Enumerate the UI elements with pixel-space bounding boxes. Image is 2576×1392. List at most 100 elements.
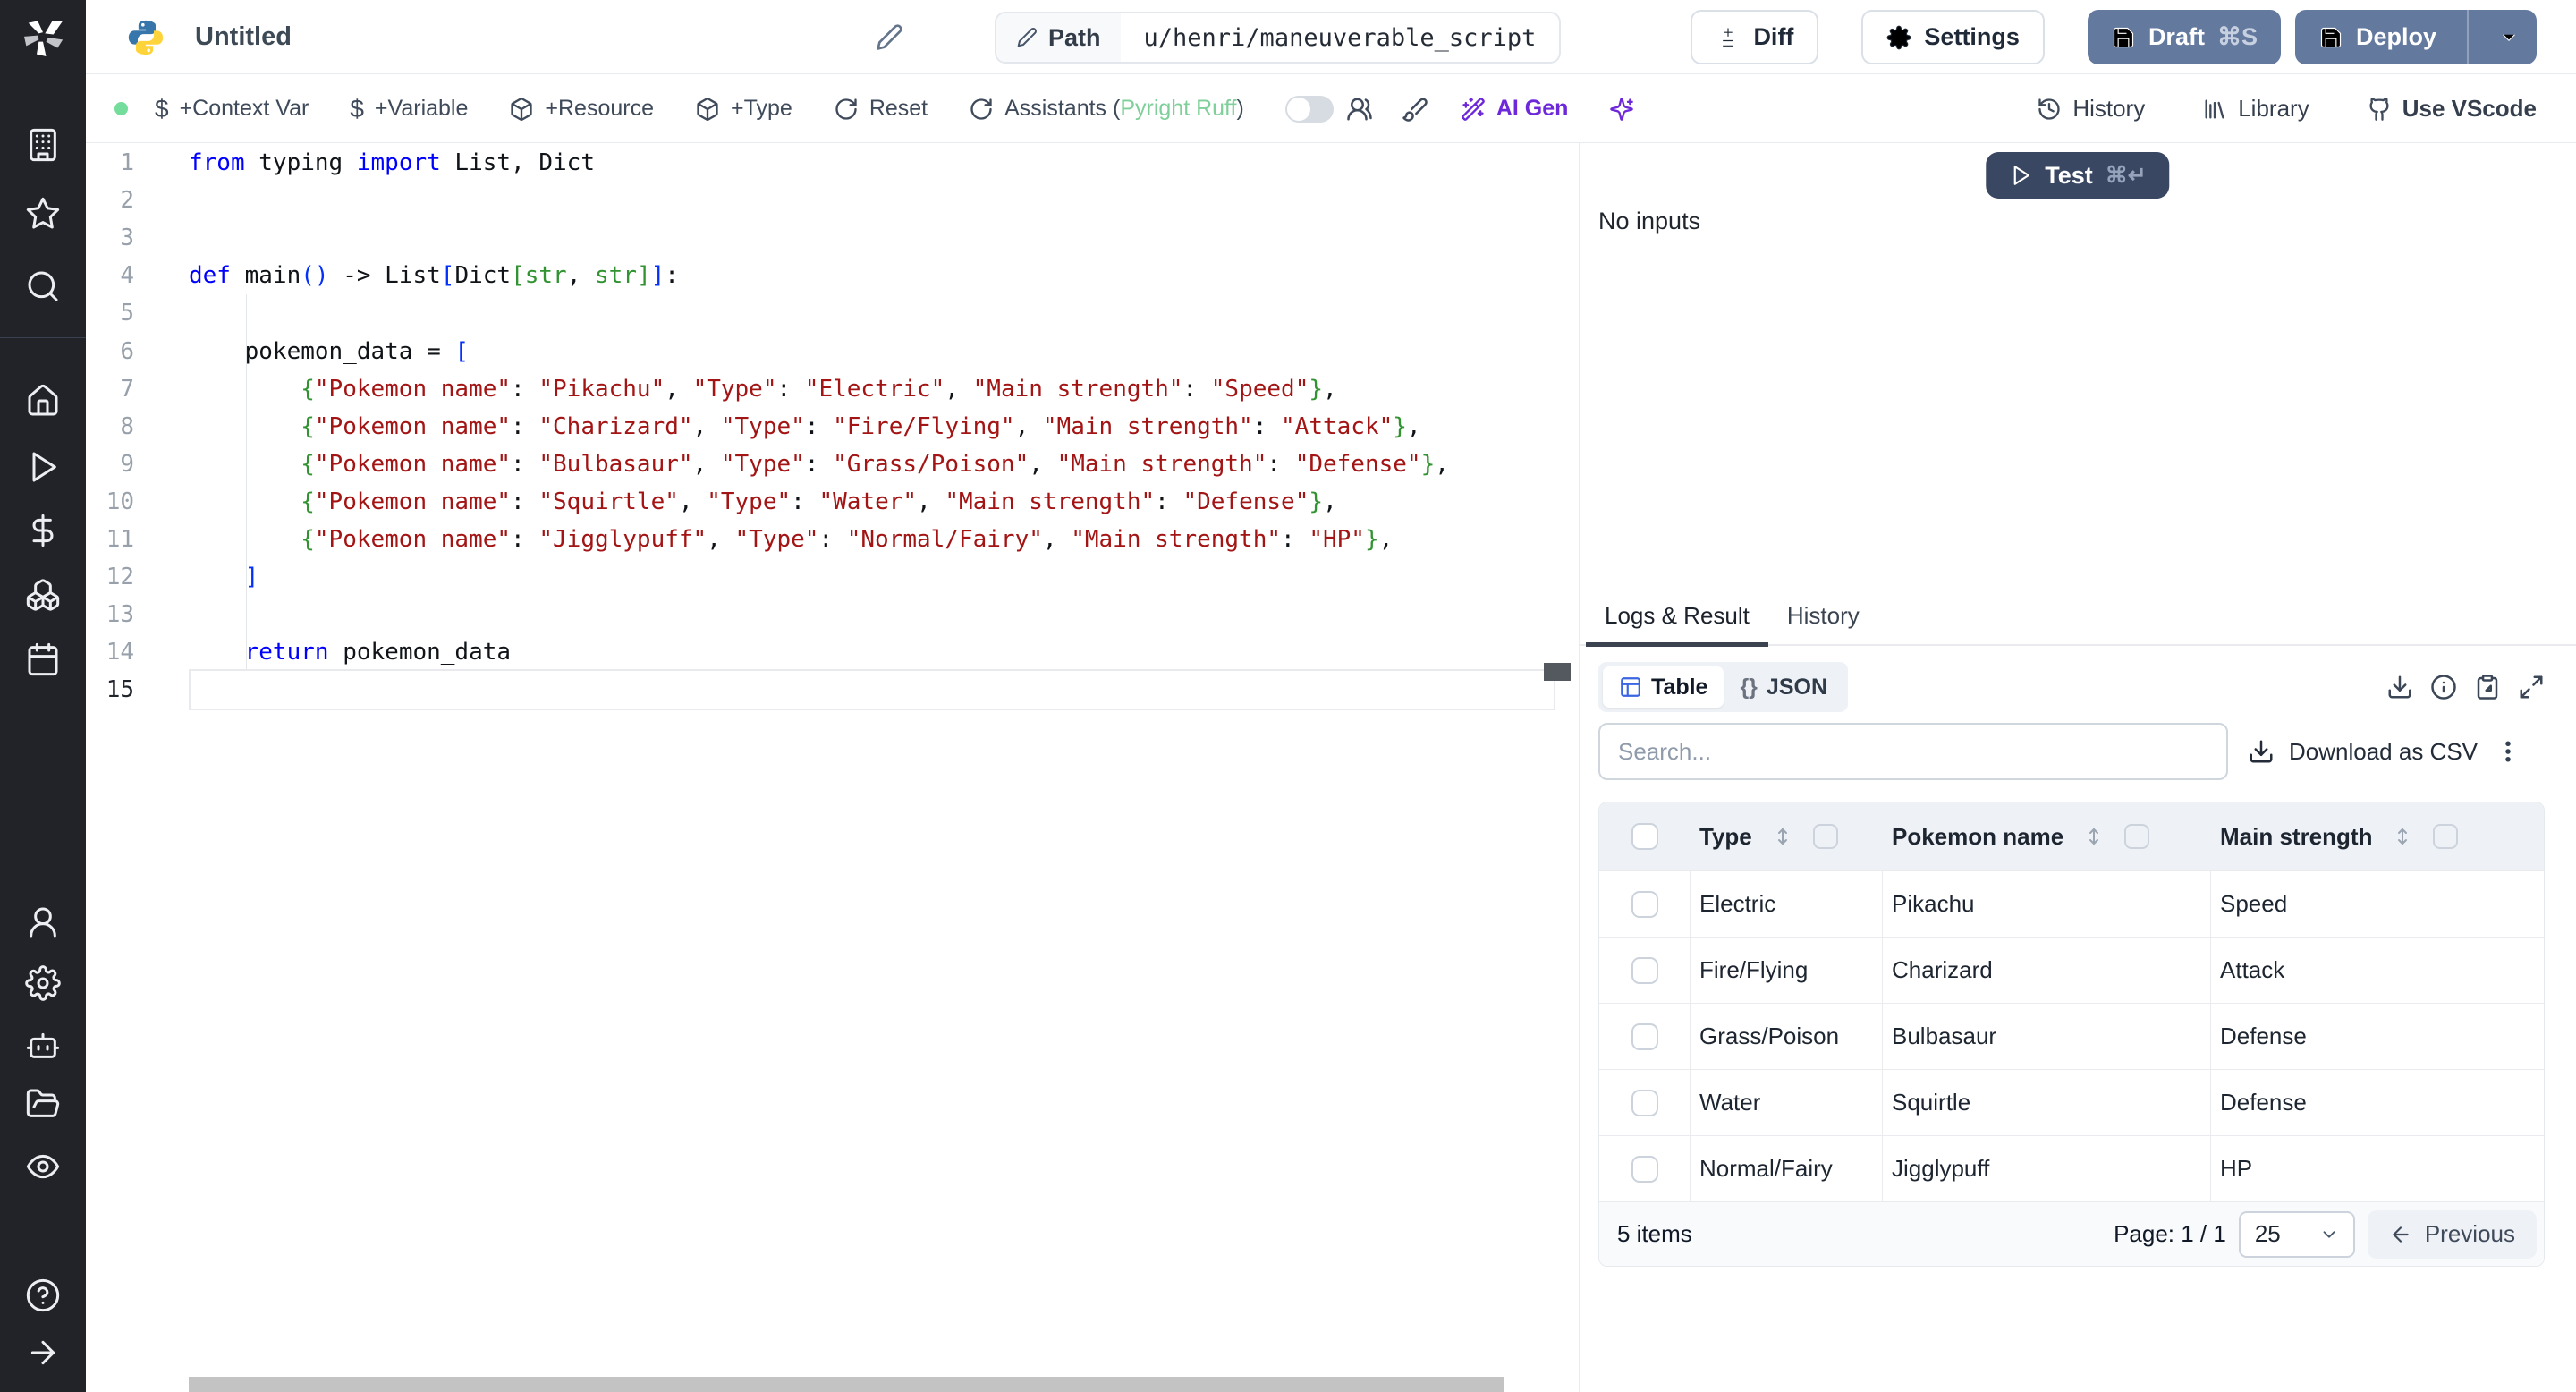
row-checkbox[interactable] — [1631, 890, 1658, 918]
run-result-panel: Test ⌘↵ No inputs Logs & Result History … — [1579, 143, 2576, 1392]
code-line[interactable]: 15 — [86, 671, 1579, 709]
wand-sparkles-icon — [1462, 97, 1485, 121]
sort-icon[interactable] — [2083, 826, 2105, 847]
sort-icon[interactable] — [1772, 826, 1793, 847]
add-variable-button[interactable]: $ +Variable — [350, 95, 468, 123]
folders-icon[interactable] — [25, 1086, 61, 1122]
add-context-var-button[interactable]: $ +Context Var — [155, 95, 309, 123]
save-draft-button[interactable]: Draft ⌘S — [2087, 10, 2281, 64]
column-filter-icon[interactable] — [2124, 824, 2150, 849]
play-icon — [2013, 166, 2030, 185]
expand-fullscreen-icon[interactable] — [2518, 674, 2545, 700]
column-filter-icon[interactable] — [2433, 824, 2459, 849]
line-number: 7 — [120, 375, 134, 403]
favorites-star-icon[interactable] — [25, 196, 61, 232]
arrow-left-icon — [2393, 1226, 2409, 1243]
format-brush-icon[interactable] — [1402, 96, 1428, 123]
code-line[interactable]: 7 {"Pokemon name": "Pikachu", "Type": "E… — [86, 370, 1579, 408]
table-menu-kebab-icon[interactable] — [2495, 738, 2521, 765]
multiplayer-toggle[interactable] — [1284, 95, 1334, 123]
view-table-button[interactable]: Table — [1603, 666, 1724, 708]
sort-icon[interactable] — [2392, 826, 2413, 847]
diff-button[interactable]: Diff — [1690, 10, 1819, 64]
workspace-building-icon[interactable] — [25, 127, 61, 163]
runs-play-icon[interactable] — [25, 449, 61, 485]
settings-gear-icon[interactable] — [25, 965, 61, 1001]
line-number: 9 — [120, 450, 134, 478]
page-size-select[interactable]: 25 — [2238, 1210, 2355, 1258]
column-header-pokemon-name[interactable]: Pokemon name — [1883, 802, 2211, 870]
code-line[interactable]: 5 — [86, 294, 1579, 332]
column-header-type[interactable]: Type — [1690, 802, 1883, 870]
column-filter-icon[interactable] — [1812, 824, 1838, 849]
code-line[interactable]: 6 pokemon_data = [ — [86, 332, 1579, 369]
code-line[interactable]: 3 — [86, 219, 1579, 257]
multiplayer-users-icon[interactable] — [1346, 96, 1373, 123]
sparkles-icon[interactable] — [1609, 97, 1634, 122]
row-checkbox[interactable] — [1631, 1155, 1658, 1183]
search-input[interactable] — [1598, 723, 2228, 780]
deploy-button[interactable]: Deploy — [2294, 10, 2537, 64]
workers-robot-icon[interactable] — [25, 1027, 61, 1063]
code-line[interactable]: 13 — [86, 596, 1579, 633]
tab-history[interactable]: History — [1768, 586, 1878, 645]
horizontal-scrollbar[interactable] — [189, 1377, 1504, 1392]
line-number: 4 — [120, 262, 134, 290]
help-question-icon[interactable] — [25, 1277, 61, 1313]
add-type-button[interactable]: +Type — [695, 96, 792, 122]
library-button[interactable]: Library — [2202, 95, 2309, 123]
windmill-logo-icon[interactable] — [18, 13, 68, 63]
code-line[interactable]: 2 — [86, 182, 1579, 219]
script-path-field[interactable]: Path u/henri/maneuverable_script — [995, 12, 1562, 64]
page-indicator: Page: 1 / 1 — [2114, 1220, 2226, 1247]
copy-clipboard-icon[interactable] — [2474, 674, 2501, 700]
schedules-calendar-icon[interactable] — [25, 641, 61, 677]
users-person-icon[interactable] — [25, 904, 61, 940]
code-line[interactable]: 4 def main() -> List[Dict[str, str]]: — [86, 257, 1579, 294]
history-button[interactable]: History — [2037, 95, 2145, 123]
line-number: 6 — [120, 337, 134, 365]
expand-arrow-icon[interactable] — [25, 1335, 61, 1371]
code-line[interactable]: 14 return pokemon_data — [86, 633, 1579, 671]
previous-page-button[interactable]: Previous — [2367, 1210, 2537, 1259]
select-all-checkbox[interactable] — [1631, 823, 1658, 850]
variables-dollar-icon[interactable] — [25, 513, 61, 548]
audit-eye-icon[interactable] — [25, 1149, 61, 1184]
use-vscode-button[interactable]: Use VScode — [2367, 95, 2537, 123]
ai-gen-button[interactable]: AI Gen — [1461, 96, 1568, 122]
test-button[interactable]: Test ⌘↵ — [1986, 152, 2170, 199]
scrollbar-marker[interactable] — [1544, 663, 1571, 681]
tab-logs-result[interactable]: Logs & Result — [1586, 586, 1768, 647]
settings-button[interactable]: Settings — [1861, 10, 2045, 64]
code-line[interactable]: 9 {"Pokemon name": "Bulbasaur", "Type": … — [86, 446, 1579, 483]
search-icon[interactable] — [25, 268, 61, 304]
download-csv-button[interactable]: Download as CSV — [2248, 738, 2478, 766]
reset-button[interactable]: Reset — [834, 96, 928, 122]
code-line[interactable]: 10 {"Pokemon name": "Squirtle", "Type": … — [86, 483, 1579, 521]
result-tabs: Logs & Result History — [1580, 586, 2576, 647]
resources-boxes-icon[interactable] — [25, 577, 61, 613]
row-checkbox[interactable] — [1631, 1023, 1658, 1050]
code-line[interactable]: 1 from typing import List, Dict — [86, 144, 1579, 182]
column-header-main-strength[interactable]: Main strength — [2211, 802, 2544, 870]
json-braces-icon: {} — [1740, 674, 1758, 700]
assistants-button[interactable]: Assistants (Pyright Ruff) — [969, 96, 1244, 122]
info-icon[interactable] — [2430, 674, 2457, 700]
table-cell: Normal/Fairy — [1690, 1136, 1883, 1201]
add-resource-button[interactable]: +Resource — [509, 96, 654, 122]
table-cell: Squirtle — [1883, 1070, 2211, 1135]
home-icon[interactable] — [25, 383, 61, 419]
code-lines[interactable]: 1 from typing import List, Dict 2 3 4 def mai… — [86, 144, 1579, 709]
code-editor[interactable]: 1 from typing import List, Dict 2 3 4 def mai… — [86, 143, 1579, 1392]
deploy-dropdown-button[interactable] — [2481, 26, 2537, 49]
view-json-button[interactable]: {} JSON — [1724, 666, 1843, 708]
edit-summary-pencil-icon[interactable] — [875, 23, 903, 52]
path-value[interactable]: u/henri/maneuverable_script — [1121, 13, 1560, 62]
code-line[interactable]: 8 {"Pokemon name": "Charizard", "Type": … — [86, 408, 1579, 446]
row-checkbox[interactable] — [1631, 956, 1658, 984]
code-line[interactable]: 11 {"Pokemon name": "Jigglypuff", "Type"… — [86, 521, 1579, 558]
code-line[interactable]: 12 ] — [86, 558, 1579, 596]
download-icon[interactable] — [2386, 674, 2413, 700]
row-checkbox[interactable] — [1631, 1089, 1658, 1116]
dollar-icon: $ — [155, 94, 169, 123]
